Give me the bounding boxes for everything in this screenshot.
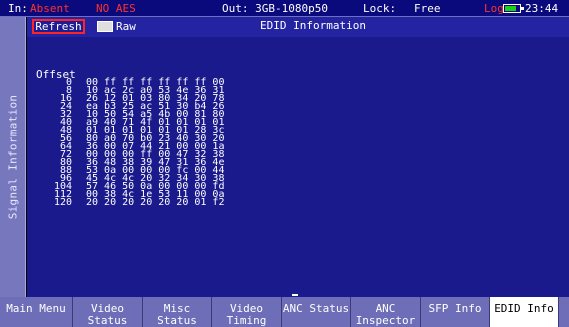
- side-tab-label: Signal Information: [6, 94, 20, 220]
- raw-checkbox[interactable]: [97, 21, 113, 32]
- raw-label: Raw: [116, 20, 136, 33]
- hex-offset: 120: [53, 197, 72, 208]
- menu-indicator: [292, 294, 298, 296]
- menu-item-anc-status[interactable]: ANC Status: [282, 297, 351, 327]
- menu-item-edid-info[interactable]: EDID Info: [490, 297, 559, 327]
- input-label: In:: [8, 2, 28, 15]
- side-tab-signal-information[interactable]: Signal Information: [0, 17, 26, 297]
- menu-item-video-timing[interactable]: Video Timing: [212, 297, 282, 327]
- panel-title: EDID Information: [260, 19, 366, 32]
- refresh-button[interactable]: Refresh: [32, 19, 85, 34]
- menu-item-anc-inspector[interactable]: ANC Inspector: [351, 297, 421, 327]
- lock-status: Free: [414, 2, 441, 15]
- panel-header: Refresh Raw EDID Information: [27, 17, 569, 37]
- lock-label: Lock:: [363, 2, 397, 15]
- input-status: Absent: [30, 2, 70, 15]
- clock: 23:44: [525, 2, 559, 15]
- menu-item-main-menu[interactable]: Main Menu: [0, 297, 73, 327]
- hex-bytes: 20 20 20 20 20 20 01 f2: [86, 197, 225, 208]
- edid-panel: Refresh Raw EDID Information Offset 0 00 …: [27, 17, 569, 297]
- output-format: Out: 3GB-1080p50: [222, 2, 328, 15]
- menu-item-misc-status[interactable]: Misc Status: [143, 297, 212, 327]
- bottom-menu: Main Menu Video Status Misc Status Video Ti…: [0, 297, 569, 327]
- aes-status: NO AES: [96, 2, 136, 15]
- log-indicator: Log: [484, 2, 504, 15]
- status-bar: In: Absent NO AES Out: 3GB-1080p50 Lock:…: [0, 0, 569, 17]
- menu-item-video-status[interactable]: Video Status: [73, 297, 143, 327]
- battery-icon: [503, 4, 524, 13]
- menu-item-sfp-info[interactable]: SFP Info: [421, 297, 490, 327]
